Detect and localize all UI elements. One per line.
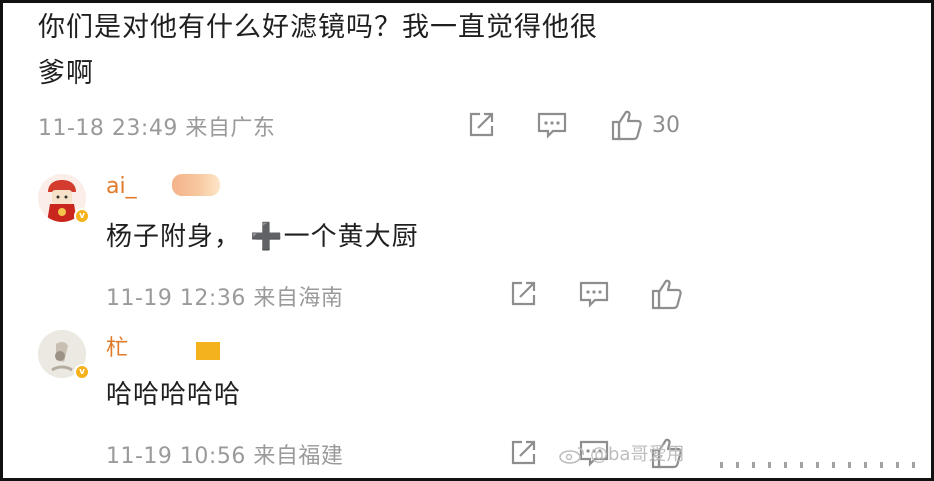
share-button[interactable] <box>508 279 538 309</box>
like-button[interactable]: 30 <box>610 108 680 142</box>
like-count: 30 <box>652 112 680 138</box>
weibo-icon <box>558 446 586 464</box>
post-timestamp: 11-18 23:49 <box>38 116 178 141</box>
share-button[interactable] <box>466 110 496 140</box>
reply-username[interactable]: ai_ <box>106 174 137 199</box>
share-icon <box>508 438 538 468</box>
watermark-text: @ba哥爱用 <box>590 444 685 465</box>
post-text-line-1: 你们是对他有什么好滤镜吗？我一直觉得他很 <box>38 12 598 43</box>
verified-icon: v <box>74 364 90 380</box>
watermark: @ba哥爱用 <box>558 440 684 466</box>
reply-meta: 11-19 12:36 来自海南 <box>106 280 343 312</box>
comment-icon <box>536 110 568 140</box>
reply-username[interactable]: 杧 <box>106 330 128 362</box>
share-button[interactable] <box>508 438 538 468</box>
reply-timestamp: 11-19 10:56 <box>106 444 246 469</box>
reply-text: 杨子附身， ➕一个黄大厨 <box>106 222 419 252</box>
comment-button[interactable] <box>536 110 568 140</box>
reply-actions <box>508 277 684 311</box>
share-icon <box>508 279 538 309</box>
post-meta: 11-18 23:49 来自广东 <box>38 110 275 142</box>
reply-location: 来自福建 <box>253 444 344 469</box>
reply-location: 来自海南 <box>253 286 344 311</box>
reply-meta: 11-19 10:56 来自福建 <box>106 438 343 470</box>
comment-icon <box>578 279 610 309</box>
reply-text: 哈哈哈哈哈 <box>106 380 242 410</box>
post-location: 来自广东 <box>185 116 276 141</box>
post-actions: 30 <box>466 108 680 142</box>
username-badge <box>172 174 220 196</box>
like-icon <box>650 277 684 311</box>
bottom-edge-artifact <box>720 462 920 468</box>
post-text-line-2: 爹啊 <box>38 58 94 89</box>
username-badge <box>196 342 220 360</box>
like-button[interactable] <box>650 277 684 311</box>
like-icon <box>610 108 644 142</box>
reply-timestamp: 11-19 12:36 <box>106 286 246 311</box>
comment-button[interactable] <box>578 279 610 309</box>
share-icon <box>466 110 496 140</box>
verified-icon: v <box>74 208 90 224</box>
